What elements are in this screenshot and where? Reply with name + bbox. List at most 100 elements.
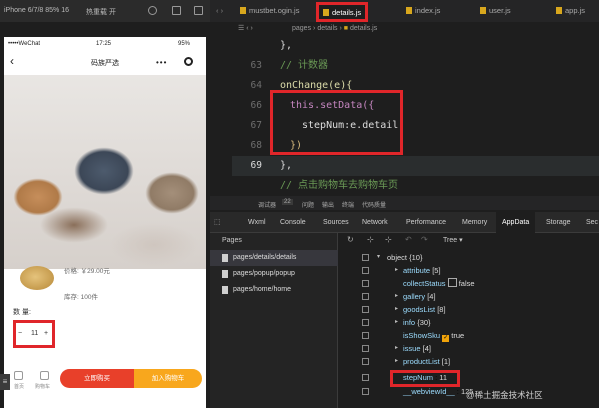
row-checkbox[interactable] <box>362 267 369 274</box>
breadcrumb-segment[interactable]: pages › details › ■ details.js <box>292 22 377 36</box>
code-quality-tab[interactable]: 代码质量 <box>362 200 386 209</box>
tab-details-js[interactable]: details.js <box>316 2 369 22</box>
row-checkbox[interactable] <box>362 374 369 381</box>
bottom-action-bar: 首页 购物车 立即购买 加入购物车 <box>4 366 206 408</box>
page-item-details[interactable]: pages/details/details <box>210 250 338 266</box>
stepper-minus-button[interactable]: − <box>18 330 22 337</box>
tree-row-attribute[interactable]: ▸ attribute [5] <box>339 264 599 277</box>
refresh-icon[interactable]: ↻ <box>347 235 354 244</box>
undo-icon[interactable]: ↶ <box>405 235 412 244</box>
row-checkbox[interactable] <box>362 280 369 287</box>
page-file-icon <box>222 286 228 294</box>
simulator-toolbar: iPhone 6/7/8 85% 16 热重载 开 <box>0 0 210 22</box>
page-title: 码族严选 <box>91 60 119 67</box>
tree-row-productlist[interactable]: ▸ productList [1] <box>339 355 599 368</box>
tab-mustbet-login[interactable]: mustbet.ogin.js <box>240 0 299 22</box>
home-label[interactable]: 首页 <box>14 383 24 390</box>
devtools-tab-bar: ⬚ Wxml Console Sources Network Performan… <box>210 212 599 233</box>
inspect-icon[interactable]: ⬚ <box>214 212 221 233</box>
stepper-value[interactable]: 11 <box>31 330 38 337</box>
debug-panel-tabs: 调试器 22 问题 输出 终端 代码质量 <box>210 196 599 210</box>
menu-icon[interactable]: ≡ <box>0 374 10 390</box>
tab-storage[interactable]: Storage <box>546 212 571 233</box>
collapse-all-icon[interactable]: ⊹ <box>385 235 392 244</box>
js-file-icon <box>556 7 562 14</box>
tab-appdata[interactable]: AppData <box>496 212 536 233</box>
tree-row-collectstatus[interactable]: collectStatus false <box>339 277 599 290</box>
close-capsule-icon[interactable] <box>184 57 193 66</box>
tab-console[interactable]: Console <box>280 212 306 233</box>
tree-row-object[interactable]: ▾ object {10} <box>339 251 599 264</box>
terminal-tab[interactable]: 终端 <box>342 200 354 209</box>
code-line: }, <box>280 40 293 51</box>
tree-row-isshowsku[interactable]: isShowSku ✓ true <box>339 329 599 342</box>
tab-memory[interactable]: Memory <box>462 212 487 233</box>
code-line: // 点击购物车去购物车页 <box>280 180 399 191</box>
cart-icon[interactable] <box>40 371 49 380</box>
redo-icon[interactable]: ↷ <box>421 235 428 244</box>
tab-network[interactable]: Network <box>362 212 388 233</box>
stepper-plus-button[interactable]: + <box>44 330 48 337</box>
tree-row-gallery[interactable]: ▸ gallery [4] <box>339 290 599 303</box>
rotate-icon[interactable] <box>194 6 203 15</box>
home-icon[interactable] <box>14 371 23 380</box>
add-to-cart-button[interactable]: 加入购物车 <box>134 369 202 388</box>
row-checkbox[interactable] <box>362 254 369 261</box>
breadcrumb-nav-icon[interactable]: ☰ ‹ › <box>238 22 253 36</box>
status-time: 17:25 <box>96 41 112 47</box>
row-checkbox[interactable] <box>362 319 369 326</box>
pages-panel: Pages pages/details/details pages/popup/… <box>210 233 338 408</box>
more-icon[interactable]: ••• <box>156 58 167 67</box>
page-item-popup[interactable]: pages/popup/popup <box>210 266 338 282</box>
tree-row-info[interactable]: ▸ info {30} <box>339 316 599 329</box>
js-file-icon <box>406 7 412 14</box>
row-checkbox[interactable] <box>362 306 369 313</box>
row-checkbox[interactable] <box>362 345 369 352</box>
page-file-icon <box>222 254 228 262</box>
view-mode-select[interactable]: Tree ▾ <box>443 236 463 244</box>
row-checkbox[interactable] <box>362 332 369 339</box>
sku-thumbnail <box>20 266 54 290</box>
debugger-tab[interactable]: 调试器 <box>258 200 276 209</box>
status-bar: •••••WeChat 17:25 95% <box>4 37 206 51</box>
tab-performance[interactable]: Performance <box>406 212 446 233</box>
tab-sources[interactable]: Sources <box>323 212 349 233</box>
buy-now-button[interactable]: 立即购买 <box>60 369 134 388</box>
code-highlight-box <box>270 90 403 155</box>
tab-user-js[interactable]: user.js <box>480 0 511 22</box>
tab-index-js[interactable]: index.js <box>406 0 440 22</box>
tab-app-js[interactable]: app.js <box>556 0 585 22</box>
debugger-count-badge: 22 <box>282 199 293 205</box>
row-checkbox[interactable] <box>362 358 369 365</box>
device-selector[interactable]: iPhone 6/7/8 85% 16 <box>4 7 69 14</box>
tab-nav-arrows-icon[interactable]: ‹ › <box>216 0 223 22</box>
tab-wxml[interactable]: Wxml <box>248 212 266 233</box>
product-image <box>4 75 206 269</box>
output-tab[interactable]: 输出 <box>322 200 334 209</box>
page-item-home[interactable]: pages/home/home <box>210 282 338 298</box>
row-checkbox[interactable] <box>362 388 369 395</box>
quantity-stepper: − 11 + <box>13 320 55 348</box>
code-line: 63// 计数器 <box>250 60 329 71</box>
editor-gutter <box>210 22 232 197</box>
bool-false-checkbox[interactable] <box>447 278 457 287</box>
problems-tab[interactable]: 问题 <box>302 200 314 209</box>
bool-true-checkbox[interactable]: ✓ <box>442 335 450 342</box>
breadcrumb: ☰ ‹ › pages › details › ■ details.js <box>232 22 599 36</box>
row-checkbox[interactable] <box>362 293 369 300</box>
js-file-icon <box>323 9 329 16</box>
screenshot-icon[interactable] <box>172 6 181 15</box>
hot-reload-toggle[interactable]: 热重载 开 <box>86 7 116 17</box>
record-icon[interactable] <box>148 6 157 15</box>
tree-row-issue[interactable]: ▸ issue [4] <box>339 342 599 355</box>
navigation-bar: ‹ 码族严选 ••• <box>4 51 206 75</box>
stock-label: 库存: 100件 <box>64 294 98 301</box>
js-file-icon <box>480 7 486 14</box>
cart-label[interactable]: 购物车 <box>35 383 50 390</box>
carrier-label: •••••WeChat <box>8 41 41 47</box>
tab-security[interactable]: Sec <box>586 212 598 233</box>
watermark: @稀土掘金技术社区 <box>466 390 543 400</box>
tree-row-stepnum[interactable]: stepNum : 11 <box>339 371 599 384</box>
tree-row-goodslist[interactable]: ▸ goodsList [8] <box>339 303 599 316</box>
expand-all-icon[interactable]: ⊹ <box>367 235 374 244</box>
